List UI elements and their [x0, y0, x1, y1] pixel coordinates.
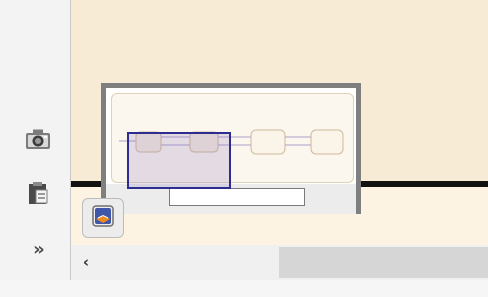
overview-viewport-rect[interactable] [127, 132, 231, 189]
overview-zoom-slot[interactable] [169, 188, 305, 206]
left-toolbar: » [0, 0, 71, 297]
horizontal-scrollbar[interactable]: ‹ [71, 245, 488, 280]
clipboard-icon [26, 181, 50, 205]
scroll-left-button[interactable]: ‹ [77, 253, 95, 271]
more-tools-button[interactable]: » [24, 234, 54, 264]
camera-icon [25, 128, 51, 150]
overview-panel[interactable] [101, 83, 361, 214]
scrollbar-thumb[interactable] [279, 247, 488, 278]
overview-map-icon [92, 205, 114, 231]
screenshot-button[interactable] [22, 124, 54, 154]
bottom-strip [0, 280, 488, 297]
flow-node [310, 129, 344, 155]
paste-button[interactable] [22, 178, 54, 208]
flow-node [250, 129, 286, 155]
overview-toggle-button[interactable] [82, 198, 124, 238]
